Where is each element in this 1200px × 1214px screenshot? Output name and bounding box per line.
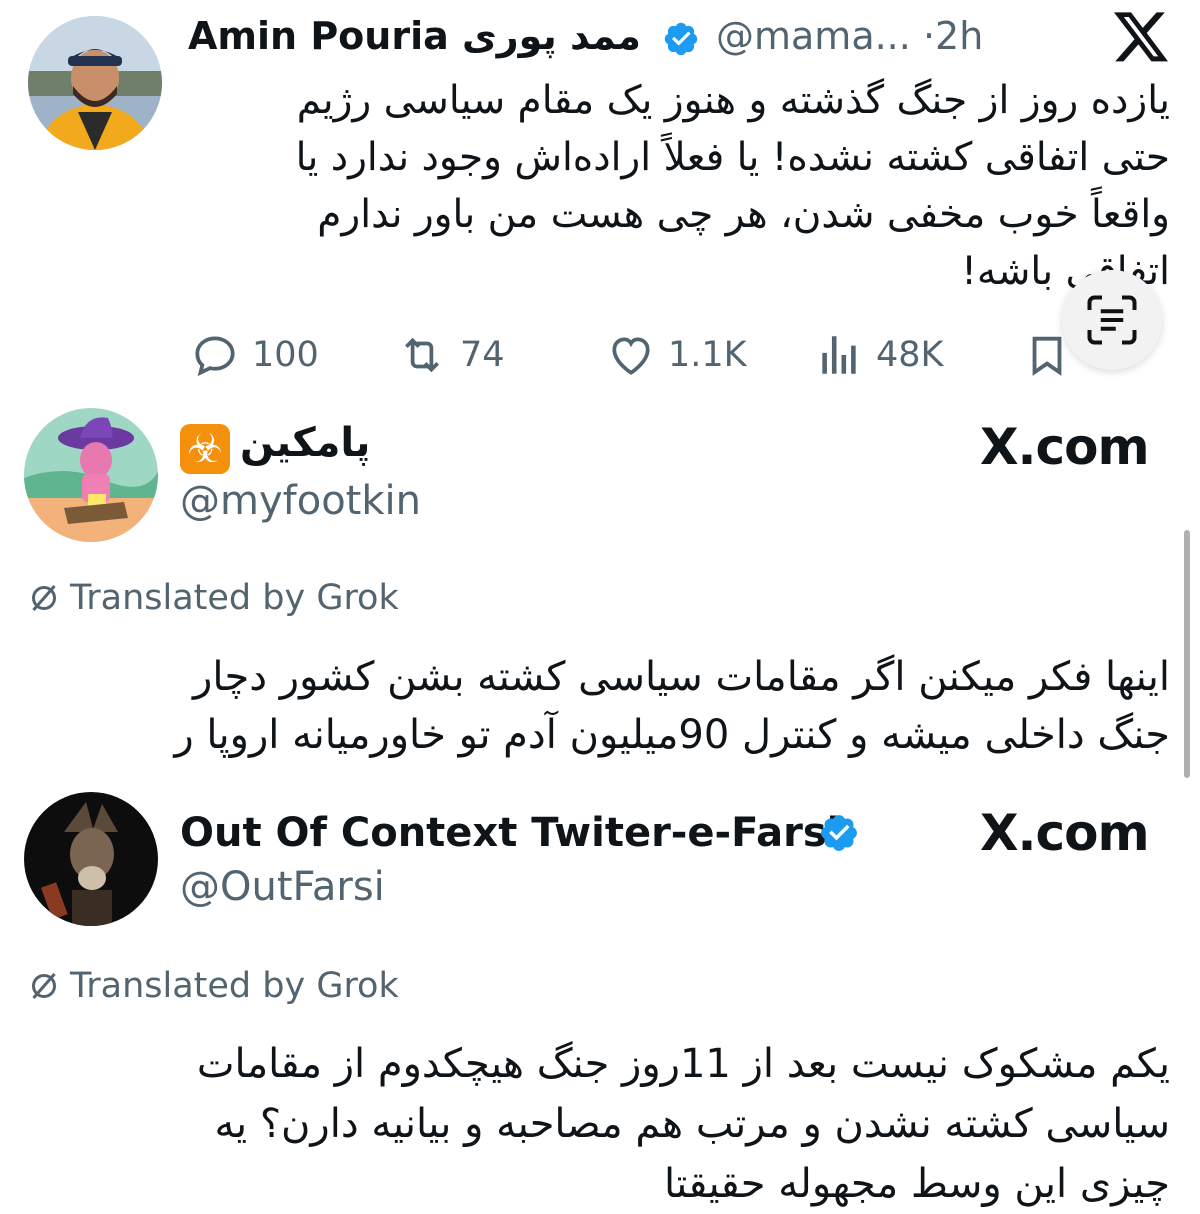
- display-name-outfarsi[interactable]: Out Of Context Twiter-e-Farsi: [180, 810, 840, 856]
- avatar-amin-pouria[interactable]: [28, 16, 162, 150]
- translate-icon: [32, 585, 56, 611]
- x-logo-icon[interactable]: [1114, 12, 1170, 64]
- like-count: 1.1K: [668, 335, 747, 375]
- tweet1-line-1: یازده روز از جنگ گذشته و هنوز یک مقام سی…: [296, 78, 1170, 123]
- reply-count: 100: [252, 335, 319, 375]
- reply-button[interactable]: 100: [190, 330, 319, 380]
- translated-label: Translated by Grok: [70, 578, 399, 618]
- verified-badge-icon: [818, 812, 860, 854]
- x-com-link[interactable]: X.com: [980, 418, 1150, 476]
- x-com-link[interactable]: X.com: [980, 804, 1150, 862]
- views-icon: [822, 336, 856, 374]
- tweet2-line-2: جنگ داخلی میشه و کنترل 90میلیون آدم تو خ…: [174, 712, 1170, 758]
- reply-icon: [195, 336, 235, 377]
- verified-badge-icon: [662, 20, 700, 58]
- repost-count: 74: [460, 335, 505, 375]
- timestamp: 2h: [935, 14, 984, 58]
- like-button[interactable]: 1.1K: [606, 330, 747, 380]
- views-button[interactable]: 48K: [814, 330, 944, 380]
- biohazard-emoji-icon: ☣: [180, 424, 230, 474]
- translated-by-grok-3: Translated by Grok: [26, 966, 399, 1006]
- bookmark-icon[interactable]: [1024, 332, 1070, 382]
- translate-icon: [32, 973, 56, 999]
- name-farsi-text: ممد پوری: [461, 14, 641, 58]
- name-text: Out Of Context Twiter-e-Farsi: [180, 810, 841, 856]
- translated-by-grok-2: Translated by Grok: [26, 578, 399, 618]
- repost-icon: [405, 337, 439, 373]
- name-text: پامکین: [240, 420, 371, 466]
- avatar-outfarsi[interactable]: [24, 792, 158, 926]
- tweet3-line-3: چیزی این وسط مجهوله حقیقتا: [663, 1161, 1170, 1207]
- tweet1-body: یازده روز از جنگ گذشته و هنوز یک مقام سی…: [200, 72, 1170, 300]
- tweet2-body: اینها فکر میکنن اگر مقامات سیاسی کشته بش…: [10, 648, 1170, 764]
- tweet1-line-3: واقعاً خوب مخفی شدن، هر چی هست من باور ن…: [317, 192, 1170, 237]
- repost-button[interactable]: 74: [396, 330, 505, 380]
- live-text-icon: [1087, 295, 1137, 345]
- handle-text: @mama...: [716, 14, 911, 58]
- handle-outfarsi[interactable]: @OutFarsi: [180, 864, 385, 910]
- tweet1-line-4: اتفاقی باشه!: [961, 249, 1170, 294]
- avatar-myfootkin[interactable]: [24, 408, 158, 542]
- tweet1-line-2: حتی اتفاقی کشته نشده! یا فعلاً اراده‌اش …: [295, 135, 1170, 180]
- handle-myfootkin[interactable]: @myfootkin: [180, 478, 421, 524]
- handle-and-time[interactable]: @mama... ·2h: [716, 14, 983, 58]
- scrollbar[interactable]: [1184, 530, 1190, 778]
- display-name-latin[interactable]: Amin Pouria ممد پوری: [188, 14, 641, 58]
- name-latin-text: Amin Pouria: [188, 14, 449, 58]
- tweet2-line-1: اینها فکر میکنن اگر مقامات سیاسی کشته بش…: [193, 654, 1170, 700]
- heart-icon: [612, 337, 650, 375]
- translated-label: Translated by Grok: [70, 966, 399, 1006]
- separator-dot: ·: [922, 14, 936, 58]
- views-count: 48K: [876, 335, 944, 375]
- tweet3-line-2: سیاسی کشته نشدن و مرتب هم مصاحبه و بیانی…: [214, 1101, 1170, 1147]
- display-name-pamkin[interactable]: پامکین: [240, 420, 370, 466]
- live-text-button[interactable]: [1062, 270, 1162, 370]
- tweet3-line-1: یکم مشکوک نیست بعد از 11روز جنگ هیچکدوم …: [196, 1041, 1170, 1087]
- tweet3-body: یکم مشکوک نیست بعد از 11روز جنگ هیچکدوم …: [10, 1034, 1170, 1214]
